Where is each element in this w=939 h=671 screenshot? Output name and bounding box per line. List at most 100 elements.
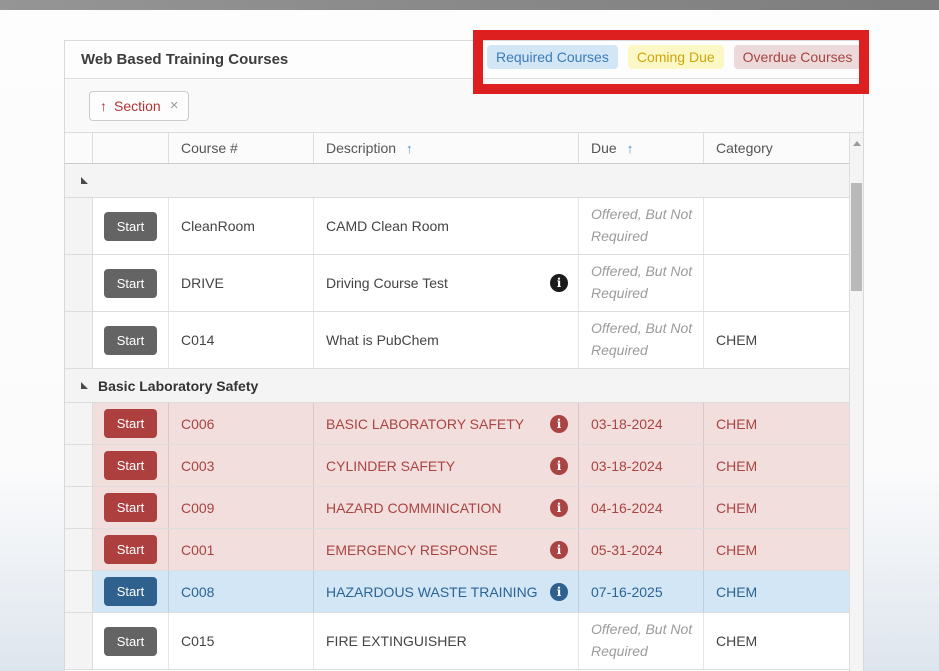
group-by-section-chip[interactable]: ↑ Section × (89, 91, 189, 121)
header-course[interactable]: Course # (169, 133, 314, 163)
group-collapse-icon[interactable] (81, 382, 88, 389)
sort-ascending-icon[interactable]: ↑ (100, 98, 107, 114)
start-button[interactable]: Start (104, 409, 157, 438)
category-cell: CHEM (704, 529, 849, 570)
course-number-cell: C008 (169, 571, 314, 612)
legend-required-courses: Required Courses (487, 45, 618, 69)
category-cell (704, 255, 849, 311)
group-collapse-icon[interactable] (81, 177, 88, 184)
description-cell: What is PubChem i (314, 312, 579, 368)
start-button[interactable]: Start (104, 269, 157, 298)
start-button[interactable]: Start (104, 212, 157, 241)
training-courses-panel: Web Based Training Courses ↑ Section × C… (64, 40, 864, 671)
action-cell: Start (93, 198, 169, 254)
description-text: BASIC LABORATORY SAFETY (326, 416, 524, 432)
description-cell: FIRE EXTINGUISHER i (314, 613, 579, 669)
category-cell (704, 198, 849, 254)
start-button[interactable]: Start (104, 627, 157, 656)
course-number-cell: C009 (169, 487, 314, 528)
table-row: Start C015 FIRE EXTINGUISHER i Offered, … (65, 613, 863, 670)
description-cell: BASIC LABORATORY SAFETY i (314, 403, 579, 444)
course-number-cell: C006 (169, 403, 314, 444)
category-cell: CHEM (704, 403, 849, 444)
action-cell: Start (93, 312, 169, 368)
description-text: HAZARD COMMINICATION (326, 500, 502, 516)
description-text: Driving Course Test (326, 275, 448, 291)
group-title: Basic Laboratory Safety (98, 378, 258, 394)
group-row: Basic Laboratory Safety (65, 369, 863, 403)
header-due[interactable]: Due ↑ (579, 133, 704, 163)
start-button[interactable]: Start (104, 326, 157, 355)
due-cell: Offered, But Not Required (579, 613, 704, 669)
description-cell: Driving Course Test i (314, 255, 579, 311)
description-cell: CYLINDER SAFETY i (314, 445, 579, 486)
indent-cell (65, 613, 93, 669)
category-cell: CHEM (704, 445, 849, 486)
top-gray-bar (0, 0, 939, 10)
page-title: Web Based Training Courses (81, 51, 288, 68)
remove-group-icon[interactable]: × (170, 97, 179, 114)
table-row: Start C009 HAZARD COMMINICATION i 04-16-… (65, 487, 863, 529)
header-category[interactable]: Category (704, 133, 849, 163)
category-cell: CHEM (704, 312, 849, 368)
indent-cell (65, 445, 93, 486)
info-icon[interactable]: i (550, 415, 568, 433)
due-cell: 04-16-2024 (579, 487, 704, 528)
header-indent-cell (65, 133, 93, 163)
sort-arrow-icon: ↑ (406, 141, 413, 156)
description-text: FIRE EXTINGUISHER (326, 633, 467, 649)
table-row: Start C001 EMERGENCY RESPONSE i 05-31-20… (65, 529, 863, 571)
start-button[interactable]: Start (104, 535, 157, 564)
indent-cell (65, 312, 93, 368)
description-text: CAMD Clean Room (326, 218, 449, 234)
info-icon[interactable]: i (550, 274, 568, 292)
start-button[interactable]: Start (104, 577, 157, 606)
due-cell: Offered, But Not Required (579, 198, 704, 254)
table-row: Start CleanRoom CAMD Clean Room i Offere… (65, 198, 863, 255)
due-cell: 07-16-2025 (579, 571, 704, 612)
action-cell: Start (93, 487, 169, 528)
indent-cell (65, 529, 93, 570)
action-cell: Start (93, 255, 169, 311)
category-cell: CHEM (704, 487, 849, 528)
indent-cell (65, 571, 93, 612)
group-chip-label: Section (114, 98, 161, 114)
action-cell: Start (93, 613, 169, 669)
table-row: Start C014 What is PubChem i Offered, Bu… (65, 312, 863, 369)
category-cell: CHEM (704, 613, 849, 669)
info-icon[interactable]: i (550, 583, 568, 601)
info-icon[interactable]: i (550, 457, 568, 475)
due-cell: 03-18-2024 (579, 403, 704, 444)
description-text: What is PubChem (326, 332, 439, 348)
table-row: Start C008 HAZARDOUS WASTE TRAINING i 07… (65, 571, 863, 613)
table-header-row: Course # Description ↑ Due ↑ Category (65, 133, 863, 164)
indent-cell (65, 255, 93, 311)
description-cell: CAMD Clean Room i (314, 198, 579, 254)
header-description[interactable]: Description ↑ (314, 133, 579, 163)
table-row: Start C006 BASIC LABORATORY SAFETY i 03-… (65, 403, 863, 445)
action-cell: Start (93, 571, 169, 612)
description-cell: HAZARD COMMINICATION i (314, 487, 579, 528)
action-cell: Start (93, 529, 169, 570)
start-button[interactable]: Start (104, 493, 157, 522)
table-body: Start CleanRoom CAMD Clean Room i Offere… (65, 164, 863, 670)
start-button[interactable]: Start (104, 451, 157, 480)
category-cell: CHEM (704, 571, 849, 612)
table-row: Start DRIVE Driving Course Test i Offere… (65, 255, 863, 312)
info-icon[interactable]: i (550, 541, 568, 559)
scrollbar-thumb[interactable] (851, 183, 862, 291)
indent-cell (65, 403, 93, 444)
due-cell: 03-18-2024 (579, 445, 704, 486)
vertical-scrollbar[interactable] (849, 133, 863, 671)
info-icon[interactable]: i (550, 499, 568, 517)
description-text: HAZARDOUS WASTE TRAINING (326, 584, 538, 600)
course-number-cell: C015 (169, 613, 314, 669)
group-row (65, 164, 863, 198)
course-number-cell: C003 (169, 445, 314, 486)
header-action-cell (93, 133, 169, 163)
legend: Required Courses Coming Due Overdue Cour… (487, 45, 861, 69)
course-number-cell: CleanRoom (169, 198, 314, 254)
table-row: Start C003 CYLINDER SAFETY i 03-18-2024 … (65, 445, 863, 487)
legend-coming-due: Coming Due (628, 45, 724, 69)
scroll-up-arrow-icon[interactable] (853, 141, 861, 146)
